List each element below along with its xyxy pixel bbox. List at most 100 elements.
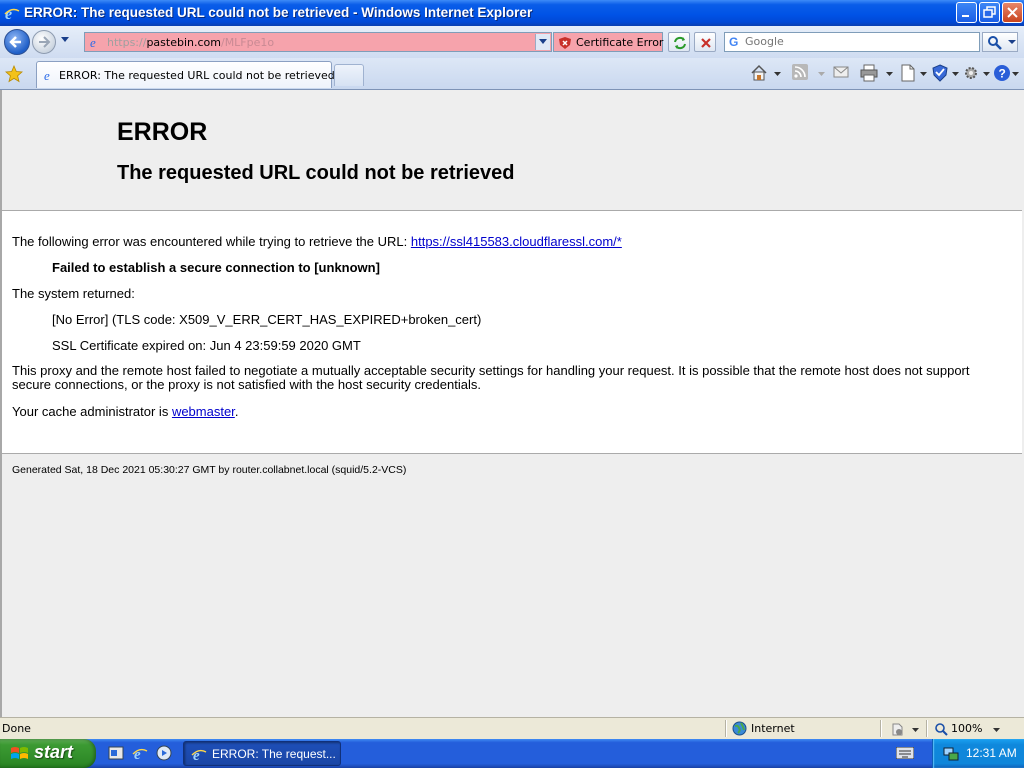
tab-command-bar: e ERROR: The requested URL could not be … — [0, 58, 1024, 90]
minimize-button[interactable] — [956, 2, 977, 23]
window-title-bar[interactable]: e ERROR: The requested URL could not be … — [0, 0, 1024, 26]
system-tray: 12:31 AM — [932, 739, 1024, 768]
svg-text:?: ? — [999, 67, 1006, 81]
cache-admin-paragraph: Your cache administrator is webmaster. — [12, 404, 239, 419]
outlook-quicklaunch-icon[interactable] — [108, 745, 124, 761]
home-button[interactable] — [750, 64, 781, 84]
printer-icon — [860, 64, 878, 82]
page-menu-icon — [901, 64, 915, 82]
chevron-down-icon — [539, 39, 547, 44]
tls-error-code: [No Error] (TLS code: X509_V_ERR_CERT_HA… — [52, 312, 482, 327]
failure-message: Failed to establish a secure connection … — [52, 260, 380, 275]
start-label: start — [34, 742, 74, 762]
minimize-icon — [962, 15, 969, 17]
safety-menu-button[interactable] — [932, 64, 959, 84]
certificate-error-button[interactable]: Certificate Error — [553, 32, 663, 52]
page-icon: e — [90, 35, 96, 49]
internet-explorer-quicklaunch-icon[interactable]: e — [132, 745, 148, 761]
chevron-down-icon — [1008, 40, 1016, 44]
chevron-down-icon — [983, 72, 990, 76]
page-viewport[interactable]: ERROR The requested URL could not be ret… — [0, 90, 1024, 717]
taskbar-item-ie[interactable]: e ERROR: The request... — [183, 741, 341, 766]
stop-button[interactable] — [694, 32, 716, 52]
forward-button[interactable] — [32, 30, 56, 54]
search-input[interactable] — [745, 34, 975, 49]
gear-icon — [965, 67, 977, 79]
svg-text:e: e — [90, 35, 96, 49]
error-body: The following error was encountered whil… — [2, 211, 1022, 453]
internet-explorer-icon: e — [4, 5, 20, 24]
status-text: Done — [2, 722, 31, 735]
close-window-button[interactable] — [1002, 2, 1023, 23]
chevron-down-icon — [774, 72, 781, 76]
back-arrow-icon — [9, 36, 21, 48]
certificate-expiry: SSL Certificate expired on: Jun 4 23:59:… — [52, 338, 361, 353]
favorites-star-icon[interactable] — [5, 65, 23, 83]
network-connection-icon[interactable] — [943, 746, 959, 762]
page-icon: e — [44, 68, 50, 82]
magnifier-icon — [988, 36, 1002, 50]
safety-shield-icon — [932, 64, 948, 82]
error-subtitle: The requested URL could not be retrieved — [117, 162, 515, 184]
page-menu-button[interactable] — [900, 64, 927, 84]
system-returned-label: The system returned: — [12, 286, 135, 301]
tab-error-page[interactable]: e ERROR: The requested URL could not be … — [36, 61, 335, 88]
address-dropdown-button[interactable] — [535, 34, 550, 50]
new-tab-button[interactable] — [334, 64, 364, 86]
intro-paragraph: The following error was encountered whil… — [12, 234, 622, 249]
certificate-error-label: Certificate Error — [576, 36, 664, 49]
media-player-quicklaunch-icon[interactable] — [156, 745, 172, 761]
read-mail-button[interactable] — [833, 64, 849, 84]
divider — [926, 720, 928, 737]
refresh-icon — [674, 36, 686, 50]
help-icon: ? — [994, 65, 1010, 81]
chevron-down-icon[interactable] — [912, 728, 919, 733]
forward-arrow-icon — [39, 36, 51, 48]
internet-zone-globe-icon — [732, 721, 747, 736]
windows-logo-icon — [11, 747, 28, 759]
chevron-down-icon — [952, 72, 959, 76]
start-button[interactable]: start — [0, 739, 96, 768]
chevron-down-icon — [920, 72, 927, 76]
error-title: ERROR — [117, 118, 208, 146]
tab-label: ERROR: The requested URL could not be re… — [59, 69, 335, 82]
taskbar: start e e ERROR: The request... 12:31 AM — [0, 739, 1024, 768]
explanation-paragraph: This proxy and the remote host failed to… — [12, 363, 970, 392]
failed-url-link[interactable]: https://ssl415583.cloudflaressl.com/* — [411, 234, 622, 249]
security-zone-label[interactable]: Internet — [751, 722, 795, 735]
mail-icon — [833, 66, 849, 78]
refresh-button[interactable] — [668, 32, 690, 52]
webmaster-link[interactable]: webmaster — [172, 404, 235, 419]
back-button[interactable] — [4, 29, 30, 55]
chevron-down-icon — [886, 72, 893, 76]
chevron-down-icon[interactable] — [993, 728, 1000, 733]
protected-mode-icon[interactable] — [890, 722, 904, 736]
print-button[interactable] — [860, 64, 893, 84]
restore-icon — [983, 6, 996, 18]
restore-button[interactable] — [979, 2, 1000, 23]
google-logo-icon: G — [729, 35, 739, 49]
close-icon — [1007, 7, 1018, 18]
chevron-down-icon — [1012, 72, 1019, 76]
search-button[interactable] — [982, 32, 1018, 52]
help-menu-button[interactable]: ? — [993, 64, 1019, 84]
keyboard-language-icon[interactable] — [896, 747, 914, 759]
zoom-magnifier-icon — [935, 723, 948, 736]
clock[interactable]: 12:31 AM — [966, 746, 1017, 760]
chevron-down-icon — [818, 72, 825, 76]
zoom-level[interactable]: 100% — [951, 722, 982, 735]
search-box[interactable]: G — [724, 32, 980, 52]
recent-pages-dropdown-icon[interactable] — [60, 36, 70, 44]
address-bar[interactable]: e https://pastebin.com/MLFpe1o — [84, 32, 552, 52]
svg-text:e: e — [44, 68, 50, 82]
divider — [880, 720, 882, 737]
navigation-bar: e https://pastebin.com/MLFpe1o Certifica… — [0, 26, 1024, 58]
tools-menu-button[interactable] — [962, 64, 990, 84]
footer-generated: Generated Sat, 18 Dec 2021 05:30:27 GMT … — [12, 464, 407, 476]
divider — [2, 453, 1022, 454]
status-bar: Done Internet 100% — [0, 717, 1024, 739]
feeds-button[interactable] — [792, 64, 825, 84]
window-title: ERROR: The requested URL could not be re… — [24, 5, 533, 20]
address-url[interactable]: https://pastebin.com/MLFpe1o — [107, 36, 274, 49]
error-header: ERROR The requested URL could not be ret… — [2, 90, 1022, 210]
